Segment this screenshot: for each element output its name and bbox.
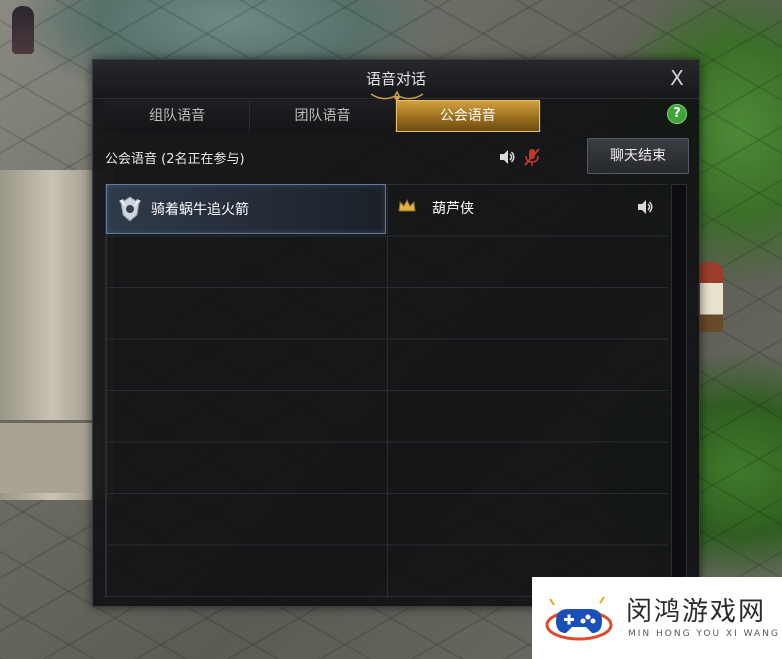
window-titlebar[interactable]: 语音对话 X <box>93 60 699 102</box>
member-speaker-icon[interactable] <box>636 198 654 216</box>
speaker-icon[interactable] <box>498 148 516 166</box>
watermark-title: 闵鸿游戏网 <box>626 597 767 627</box>
site-watermark: 闵鸿游戏网 MIN HONG YOU XI WANG <box>532 577 782 659</box>
tab-party-voice[interactable]: 组队语音 <box>105 100 251 132</box>
stone-pedestal-base <box>0 420 100 493</box>
help-icon[interactable]: ? <box>667 104 687 124</box>
guild-rank-emblem-icon <box>119 196 141 222</box>
end-chat-button[interactable]: 聊天结束 <box>587 138 689 174</box>
channel-header: 公会语音 (2名正在参与) 聊天结束 <box>105 138 689 174</box>
channel-status-text: 公会语音 (2名正在参与) <box>105 152 245 167</box>
mic-muted-icon[interactable] <box>523 147 541 167</box>
member-grid: 骑着蜗牛追火箭 葫芦侠 <box>105 184 668 598</box>
voice-chat-window: 语音对话 X 组队语音 团队语音 公会语音 ? 公会语音 (2名正在参与) 聊天… <box>92 59 700 607</box>
member-slot[interactable]: 骑着蜗牛追火箭 <box>106 184 386 234</box>
crown-icon <box>398 199 416 212</box>
watermark-subtitle: MIN HONG YOU XI WANG <box>628 629 780 639</box>
close-icon[interactable]: X <box>665 66 689 90</box>
member-name: 葫芦侠 <box>432 201 474 217</box>
voice-tabs: 组队语音 团队语音 公会语音 <box>105 100 541 132</box>
window-title: 语音对话 <box>365 70 426 88</box>
player-character[interactable] <box>12 6 34 54</box>
member-slot[interactable]: 葫芦侠 <box>388 184 666 232</box>
tab-guild-voice[interactable]: 公会语音 <box>395 100 541 132</box>
member-list-scrollbar[interactable] <box>671 184 687 596</box>
tab-raid-voice[interactable]: 团队语音 <box>250 100 396 132</box>
member-name: 骑着蜗牛追火箭 <box>151 202 249 218</box>
npc-character[interactable] <box>697 262 723 332</box>
gamepad-logo-icon <box>545 596 613 641</box>
